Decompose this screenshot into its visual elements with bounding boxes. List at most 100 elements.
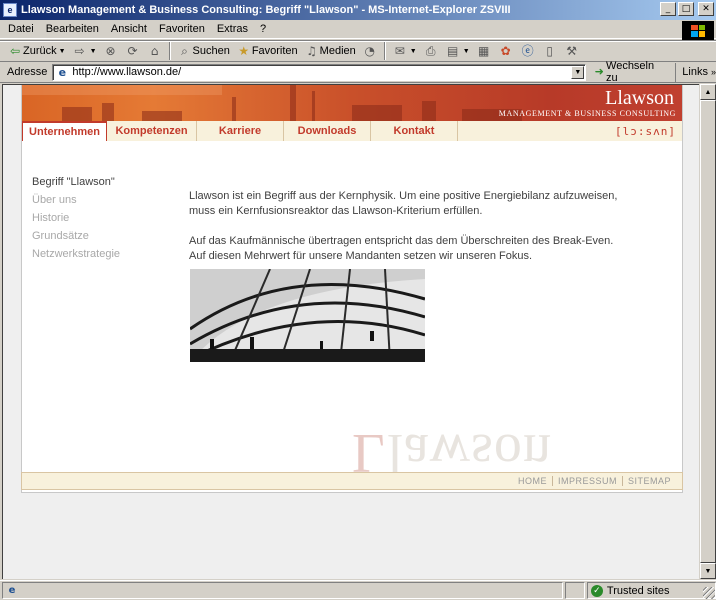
ie-button[interactable]: ⓔ (517, 41, 539, 61)
site-brand: Llawson (605, 87, 674, 109)
menu-view[interactable]: Ansicht (105, 23, 153, 35)
forward-button[interactable]: ⇨ ▼ (69, 41, 100, 61)
nav-kontakt[interactable]: Kontakt (371, 121, 458, 141)
menu-tools[interactable]: Extras (211, 23, 254, 35)
mail-icon: ✉ (394, 44, 405, 58)
address-bar: Adresse e http://www.llawson.de/ ▼ ➜ Wec… (0, 60, 716, 84)
resize-grip-icon[interactable] (703, 587, 715, 599)
architecture-photo-image (190, 269, 425, 362)
browser-viewport: Llawson MANAGEMENT & BUSINESS CONSULTING… (2, 84, 699, 579)
discuss-button[interactable]: ▦ (473, 41, 495, 61)
home-button[interactable]: ⌂ (144, 41, 166, 61)
favorites-label: Favoriten (251, 45, 298, 57)
links-label: Links (682, 66, 708, 78)
trusted-zone-check-icon: ✓ (590, 584, 603, 597)
page-footer: HOME IMPRESSUM SITEMAP (21, 472, 683, 490)
sub-nav: Begriff "Llawson" Über uns Historie Grun… (32, 173, 120, 263)
mail-dropdown-icon[interactable]: ▼ (410, 48, 417, 55)
search-label: Suchen (192, 45, 230, 57)
search-icon: ⌕ (181, 44, 188, 58)
toolbar-separator (168, 42, 171, 60)
footer-home-link[interactable]: HOME (513, 476, 552, 486)
tools-icon: ⚒ (566, 44, 577, 58)
ie-icon: e (3, 3, 17, 17)
discuss-icon: ▦ (477, 44, 490, 58)
stop-icon: ⊗ (105, 44, 116, 58)
stop-button[interactable]: ⊗ (100, 41, 122, 61)
messenger-button[interactable]: ✿ (495, 41, 517, 61)
title-bar: e Llawson Management & Business Consulti… (0, 0, 716, 20)
header-banner: Llawson MANAGEMENT & BUSINESS CONSULTING (22, 85, 682, 121)
subnav-begriff[interactable]: Begriff "Llawson" (32, 173, 120, 191)
architecture-photo (190, 269, 425, 362)
menu-file[interactable]: Datei (0, 23, 40, 35)
history-button[interactable]: ◔ (359, 41, 381, 61)
toolbar-separator (383, 42, 386, 60)
subnav-historie[interactable]: Historie (32, 209, 120, 227)
back-button[interactable]: ⇦ Zurück ▼ (4, 41, 69, 61)
scroll-up-button[interactable]: ▲ (700, 84, 716, 100)
menu-bar: Datei Bearbeiten Ansicht Favoriten Extra… (0, 20, 716, 40)
vertical-scrollbar[interactable]: ▲ ▼ (700, 84, 716, 579)
edit-dropdown-icon[interactable]: ▼ (463, 48, 470, 55)
media-label: Medien (319, 45, 356, 57)
messenger-icon: ✿ (500, 44, 511, 58)
security-zone[interactable]: ✓ Trusted sites (586, 582, 716, 599)
home-icon: ⌂ (150, 44, 159, 58)
address-label: Adresse (7, 66, 48, 78)
research-button[interactable]: ▯ (539, 41, 561, 61)
refresh-icon: ⟳ (127, 44, 138, 58)
paragraph-1: Llawson ist ein Begriff aus der Kernphys… (189, 190, 618, 217)
footer-sitemap-link[interactable]: SITEMAP (621, 476, 676, 486)
address-dropdown-icon[interactable]: ▼ (571, 65, 585, 79)
search-button[interactable]: ⌕ Suchen (174, 41, 233, 61)
menu-help[interactable]: ? (254, 23, 272, 35)
nav-kompetenzen[interactable]: Kompetenzen (107, 121, 197, 141)
print-button[interactable]: ⎙ (420, 41, 442, 61)
go-arrow-icon: ➜ (594, 65, 604, 78)
subnav-ueber-uns[interactable]: Über uns (32, 191, 120, 209)
ie-logo-icon: ⓔ (521, 44, 534, 58)
links-button[interactable]: Links » (675, 62, 716, 82)
edit-button[interactable]: ▤ ▼ (442, 41, 473, 61)
status-bar: e ✓ Trusted sites (0, 580, 716, 600)
favorites-star-icon: ★ (238, 44, 250, 58)
edit-page-icon: ▤ (447, 44, 459, 58)
back-label: Zurück (23, 45, 57, 57)
go-button[interactable]: ➜ Wechseln zu (592, 60, 667, 84)
window-controls: _ □ ✕ (660, 2, 714, 16)
address-url[interactable]: http://www.llawson.de/ (72, 66, 181, 78)
tools-button[interactable]: ⚒ (561, 41, 583, 61)
footer-impressum-link[interactable]: IMPRESSUM (551, 476, 622, 486)
menu-favorites[interactable]: Favoriten (153, 23, 211, 35)
nav-unternehmen[interactable]: Unternehmen (22, 121, 107, 141)
maximize-button[interactable]: □ (678, 2, 694, 16)
scroll-down-button[interactable]: ▼ (700, 563, 716, 579)
minimize-button[interactable]: _ (660, 2, 676, 16)
address-input[interactable]: e http://www.llawson.de/ ▼ (52, 63, 587, 81)
links-more-icon[interactable]: » (711, 67, 716, 77)
subnav-netzwerkstrategie[interactable]: Netzwerkstrategie (32, 245, 120, 263)
research-icon: ▯ (546, 44, 553, 58)
refresh-button[interactable]: ⟳ (122, 41, 144, 61)
favorites-button[interactable]: ★ Favoriten (233, 41, 301, 61)
back-dropdown-icon[interactable]: ▼ (59, 48, 66, 55)
mail-button[interactable]: ✉ ▼ (389, 41, 420, 61)
main-nav: Unternehmen Kompetenzen Karriere Downloa… (22, 121, 682, 141)
scroll-track[interactable] (700, 100, 716, 563)
nav-karriere[interactable]: Karriere (197, 121, 284, 141)
subnav-grundsaetze[interactable]: Grundsätze (32, 227, 120, 245)
main-content: Llawson ist ein Begriff aus der Kernphys… (189, 189, 629, 279)
menu-edit[interactable]: Bearbeiten (40, 23, 105, 35)
status-text-area: e (2, 582, 564, 599)
media-button[interactable]: ♫ Medien (301, 41, 359, 61)
phonetic-logo: [lɔ:sʌn] (615, 124, 676, 138)
go-label: Wechseln zu (606, 60, 655, 84)
nav-downloads[interactable]: Downloads (284, 121, 371, 141)
status-cell (565, 582, 585, 599)
page-icon: e (58, 65, 67, 79)
history-icon: ◔ (364, 44, 375, 58)
window-title: Llawson Management & Business Consulting… (21, 4, 511, 16)
close-button[interactable]: ✕ (698, 2, 714, 16)
forward-dropdown-icon[interactable]: ▼ (90, 48, 97, 55)
